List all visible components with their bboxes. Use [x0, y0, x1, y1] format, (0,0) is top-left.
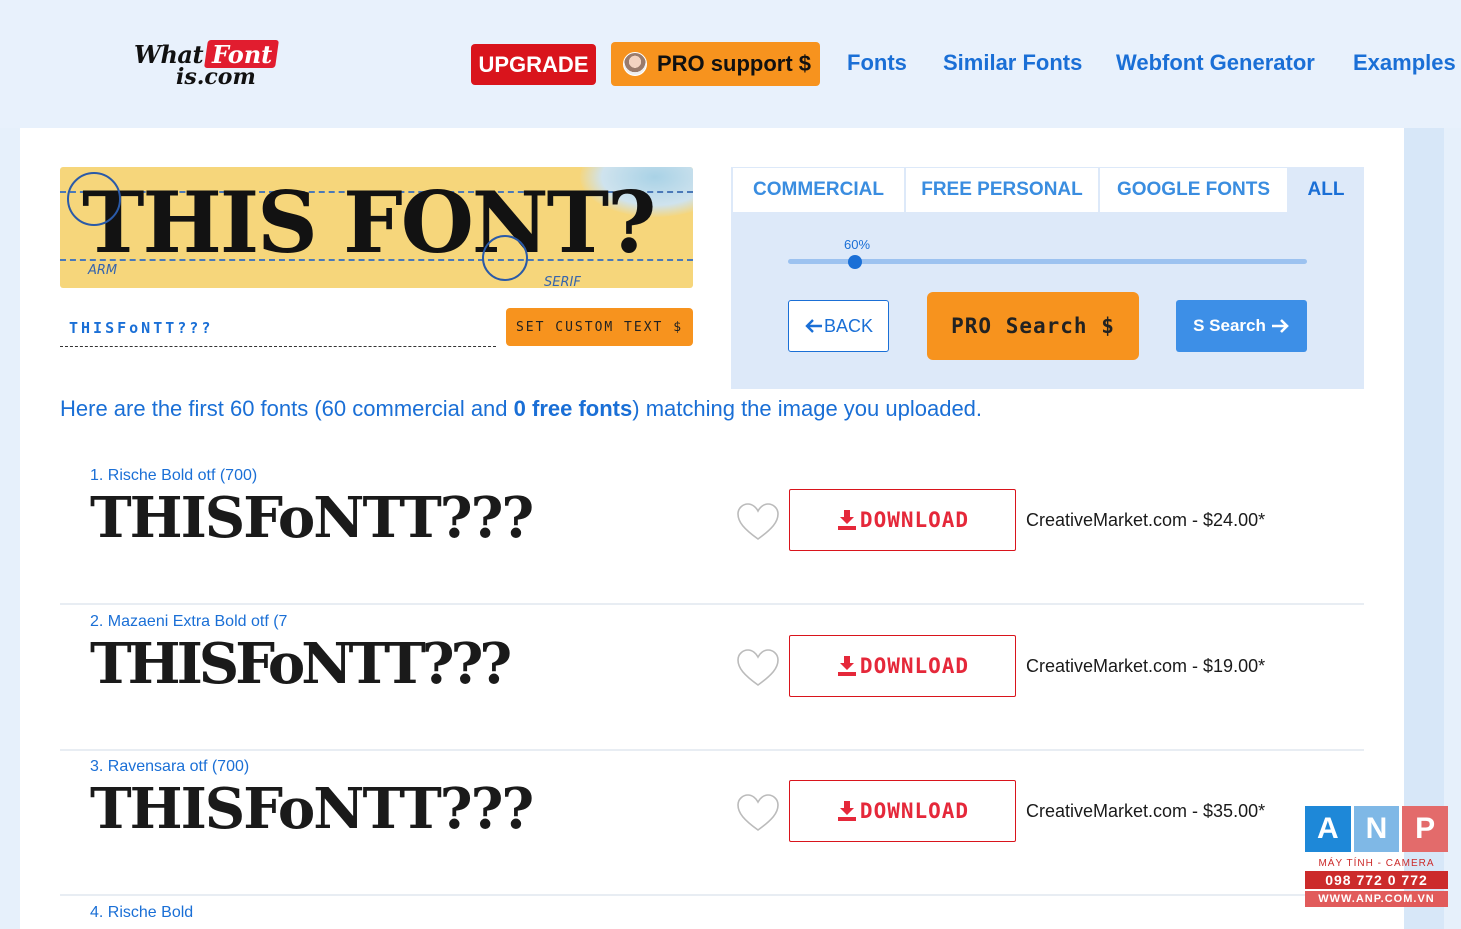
download-button[interactable]: DOWNLOAD — [789, 635, 1016, 697]
logo-iscom: is.com — [176, 64, 256, 90]
nav-similar-fonts[interactable]: Similar Fonts — [943, 50, 1082, 76]
result-font-name[interactable]: 2. Mazaeni Extra Bold otf (7 — [90, 613, 287, 631]
result-row: 4. Rische Bold — [60, 897, 1364, 929]
result-price: CreativeMarket.com - $35.00* — [1026, 801, 1266, 821]
download-label: DOWNLOAD — [859, 799, 970, 823]
watermark-letter-p: P — [1402, 806, 1449, 852]
s-search-button[interactable]: S Search — [1176, 300, 1307, 352]
match-slider-label: 60% — [844, 237, 871, 252]
nav-fonts[interactable]: Fonts — [847, 50, 907, 76]
watermark-letter-n: N — [1353, 806, 1400, 852]
uploaded-image: THIS FONT? ARM SERIF — [60, 167, 693, 288]
result-font-sample[interactable]: THISFoNTT??? — [90, 485, 534, 551]
tab-free-personal[interactable]: FREE PERSONAL — [906, 168, 1098, 212]
download-button[interactable]: DOWNLOAD — [789, 780, 1016, 842]
annotation-arm: ARM — [88, 263, 118, 278]
tab-all[interactable]: ALL — [1289, 168, 1363, 212]
download-icon — [837, 801, 856, 821]
uploaded-image-text: THIS FONT? — [82, 173, 656, 272]
s-search-label: S Search — [1193, 316, 1266, 335]
pro-support-label: PRO support $ — [657, 51, 812, 76]
arrow-right-icon — [1271, 319, 1289, 333]
result-font-name[interactable]: 4. Rische Bold — [90, 904, 193, 922]
site-header: What Font is.com UPGRADE PRO support $ F… — [0, 0, 1461, 128]
tab-commercial[interactable]: COMMERCIAL — [733, 168, 904, 212]
anp-watermark: A N P MÁY TÍNH - CAMERA 098 772 0 772 WW… — [1305, 806, 1449, 918]
watermark-phone: 098 772 0 772 — [1305, 871, 1448, 889]
match-slider-track[interactable] — [788, 259, 1307, 264]
pro-support-button[interactable]: PRO support $ — [611, 42, 820, 86]
result-price: CreativeMarket.com - $19.00* — [1026, 656, 1266, 676]
back-label: BACK — [823, 315, 874, 336]
custom-text-field[interactable]: THISFoNTT??? — [60, 311, 496, 347]
download-label: DOWNLOAD — [859, 654, 970, 678]
free-fonts-link[interactable]: 0 free fonts — [514, 396, 633, 421]
heart-icon[interactable] — [736, 793, 780, 833]
result-row: 2. Mazaeni Extra Bold otf (7 THISFoNTT??… — [60, 606, 1364, 751]
result-row: 1. Rische Bold otf (700) THISFoNTT??? DO… — [60, 460, 1364, 605]
nav-examples[interactable]: Examples — [1353, 50, 1456, 76]
summary-suffix: ) matching the image you uploaded. — [632, 396, 983, 421]
annotation-serif: SERIF — [544, 275, 581, 288]
watermark-site: WWW.ANP.COM.VN — [1305, 891, 1448, 907]
arm-highlight-circle — [67, 172, 121, 226]
summary-prefix: Here are the first 60 fonts (60 commerci… — [60, 396, 514, 421]
tab-google-fonts[interactable]: GOOGLE FONTS — [1100, 168, 1287, 212]
nav-webfont-generator[interactable]: Webfont Generator — [1116, 50, 1315, 76]
result-font-sample[interactable]: THISFoNTT??? — [90, 776, 534, 842]
watermark-tagline: MÁY TÍNH - CAMERA — [1318, 858, 1435, 869]
set-custom-text-button[interactable]: SET CUSTOM TEXT $ — [506, 308, 693, 346]
heart-icon[interactable] — [736, 502, 780, 542]
result-price: CreativeMarket.com - $24.00* — [1026, 510, 1266, 530]
result-font-name[interactable]: 3. Ravensara otf (700) — [90, 758, 249, 776]
site-logo[interactable]: What Font is.com — [134, 38, 280, 94]
download-button[interactable]: DOWNLOAD — [789, 489, 1016, 551]
arrow-left-icon — [805, 319, 822, 333]
upgrade-button[interactable]: UPGRADE — [471, 44, 596, 85]
download-icon — [837, 510, 856, 530]
pro-search-button[interactable]: PRO Search $ — [927, 292, 1139, 360]
download-label: DOWNLOAD — [859, 508, 970, 532]
serif-highlight-circle — [482, 235, 528, 281]
back-button[interactable]: BACK — [788, 300, 889, 352]
watermark-letters: A N P — [1305, 806, 1449, 852]
heart-icon[interactable] — [736, 648, 780, 688]
download-icon — [837, 656, 856, 676]
watermark-letter-a: A — [1305, 806, 1351, 852]
results-summary: Here are the first 60 fonts (60 commerci… — [60, 396, 982, 422]
result-font-sample[interactable]: THISFoNTT??? — [90, 631, 512, 697]
result-font-name[interactable]: 1. Rische Bold otf (700) — [90, 467, 257, 485]
result-row: 3. Ravensara otf (700) THISFoNTT??? DOWN… — [60, 751, 1364, 896]
support-avatar — [623, 52, 647, 76]
